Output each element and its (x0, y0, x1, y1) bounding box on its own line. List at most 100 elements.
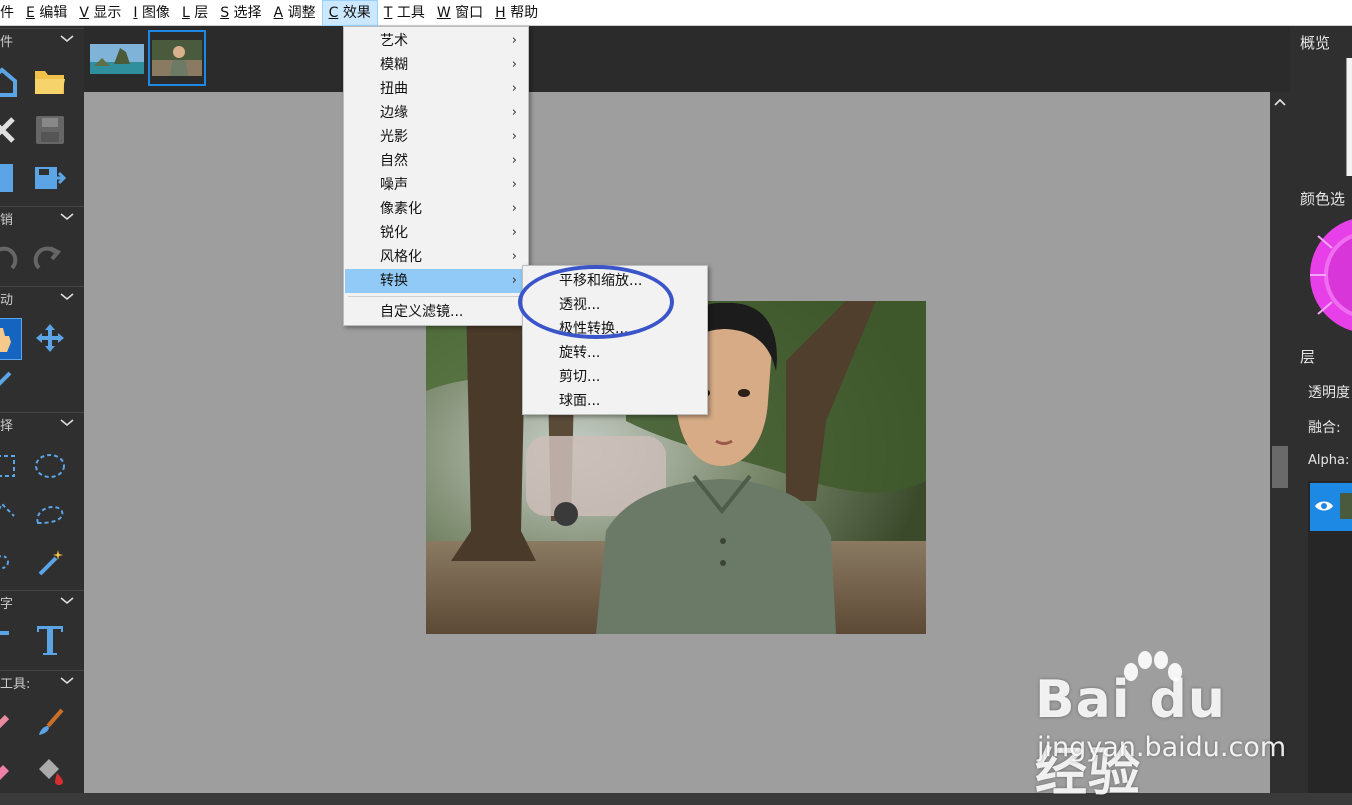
section-paint-header[interactable]: 工具: (0, 670, 84, 692)
print-button[interactable] (0, 158, 22, 198)
chevron-right-icon: › (511, 81, 517, 96)
menu-bar: 件 E 编辑 V 显示 I 图像 L 层 S 选择 A 调整 C 效果 T 工具… (0, 0, 1352, 26)
section-move-header[interactable]: 动 (0, 286, 84, 308)
ellipse-small-select-button[interactable] (0, 542, 22, 582)
text-t-icon (37, 626, 63, 655)
menu-item-edge[interactable]: 边缘 › (345, 101, 527, 125)
move-arrows-icon (36, 324, 64, 352)
home-icon (0, 67, 17, 97)
menu-window[interactable]: W 窗口 (431, 0, 489, 26)
menu-item-nature[interactable]: 自然 › (345, 149, 527, 173)
chevron-down-icon (60, 35, 74, 43)
undo-button[interactable] (0, 238, 22, 278)
menu-item-sphere[interactable]: 球面... (524, 389, 706, 413)
close-file-button[interactable] (0, 110, 22, 150)
new-file-button[interactable] (0, 62, 22, 102)
chevron-down-icon (60, 597, 74, 605)
menu-item-shear[interactable]: 剪切... (524, 365, 706, 389)
menu-item-pixelate[interactable]: 像素化 › (345, 197, 527, 221)
brush-tool-button[interactable] (30, 702, 70, 742)
layer-row[interactable] (1310, 483, 1352, 531)
pencil-icon (0, 714, 10, 729)
opacity-label: 透明度 (1308, 385, 1350, 401)
right-panel: 概览 颜色选 层 透明度 融合: Alpha: (1290, 26, 1352, 793)
chevron-right-icon: › (511, 273, 517, 288)
menu-item-transform[interactable]: 转换 › (345, 269, 527, 293)
chevron-right-icon: › (511, 57, 517, 72)
menu-item-custom-filter[interactable]: 自定义滤镜... (345, 300, 527, 324)
bucket-fill-button[interactable] (30, 750, 70, 790)
pencil-tool-button[interactable] (0, 702, 22, 742)
menu-separator (348, 296, 524, 297)
chevron-down-icon (60, 293, 74, 301)
eyedropper-tool-button[interactable] (0, 366, 22, 396)
line-tool-button[interactable] (0, 620, 22, 660)
redo-button[interactable] (30, 238, 70, 278)
dotted-circle-icon (0, 555, 9, 569)
chevron-right-icon: › (511, 105, 517, 120)
alpha-label: Alpha: (1308, 453, 1350, 468)
menu-layer[interactable]: L 层 (176, 0, 214, 26)
ellipse-select-icon (35, 454, 65, 478)
menu-item-noise[interactable]: 噪声 › (345, 173, 527, 197)
undo-icon (0, 246, 18, 270)
folder-icon (35, 71, 65, 94)
menu-help[interactable]: H 帮助 (489, 0, 544, 26)
section-text-header[interactable]: 字 (0, 590, 84, 612)
layers-title: 层 (1300, 348, 1316, 366)
save-as-button[interactable] (30, 158, 70, 198)
menu-adjust[interactable]: A 调整 (268, 0, 322, 26)
image-thumbnail-boy-selected[interactable] (148, 30, 206, 86)
eyedropper-icon (0, 371, 12, 386)
hand-tool-button[interactable] (0, 318, 22, 360)
paint-bucket-icon (39, 759, 63, 785)
lasso-icon (36, 505, 64, 525)
menu-image[interactable]: I 图像 (127, 0, 176, 26)
menu-item-light[interactable]: 光影 › (345, 125, 527, 149)
open-file-button[interactable] (30, 62, 70, 102)
paintbrush-icon (39, 708, 64, 735)
menu-item-artistic[interactable]: 艺术 › (345, 29, 527, 53)
chevron-right-icon: › (511, 177, 517, 192)
menu-tools[interactable]: T 工具 (378, 0, 431, 26)
menu-view[interactable]: V 显示 (73, 0, 127, 26)
eraser-tool-button[interactable] (0, 750, 22, 790)
scroll-up-icon[interactable] (1274, 98, 1286, 106)
menu-file[interactable]: 件 (0, 0, 20, 26)
line-icon (0, 631, 9, 635)
polygon-select-button[interactable] (0, 494, 22, 534)
magic-wand-button[interactable] (30, 542, 70, 582)
layers-list (1308, 481, 1352, 793)
chevron-down-icon (60, 419, 74, 427)
text-tool-button[interactable] (30, 620, 70, 660)
menu-effects[interactable]: C 效果 (321, 0, 378, 26)
save-disk-icon (36, 116, 64, 144)
rect-select-button[interactable] (0, 446, 22, 486)
landscape-thumbnail-icon (90, 44, 144, 74)
menu-edit[interactable]: E 编辑 (20, 0, 73, 26)
section-undo-header[interactable]: 销 (0, 206, 84, 228)
menu-select[interactable]: S 选择 (214, 0, 267, 26)
magic-wand-icon (38, 550, 63, 576)
scrollbar-thumb[interactable] (1272, 446, 1288, 488)
paw-icon (1124, 651, 1182, 681)
menu-item-sharpen[interactable]: 锐化 › (345, 221, 527, 245)
lasso-select-button[interactable] (30, 494, 70, 534)
menu-item-distort[interactable]: 扭曲 › (345, 77, 527, 101)
section-file-header[interactable]: 件 (0, 28, 84, 50)
eye-icon[interactable] (1314, 499, 1334, 513)
move-tool-button[interactable] (30, 318, 70, 358)
color-wheel[interactable] (1308, 216, 1352, 334)
ellipse-select-button[interactable] (30, 446, 70, 486)
menu-item-stylize[interactable]: 风格化 › (345, 245, 527, 269)
watermark-url: jingyan.baidu.com (1037, 732, 1287, 763)
chevron-down-icon (60, 677, 74, 685)
overview-preview[interactable] (1346, 58, 1352, 176)
image-thumbnail-landscape[interactable] (88, 30, 146, 86)
menu-item-rotate[interactable]: 旋转... (524, 341, 706, 365)
boy-photo-thumbnail-icon (152, 40, 202, 76)
save-button[interactable] (30, 110, 70, 150)
chevron-right-icon: › (511, 129, 517, 144)
menu-item-blur[interactable]: 模糊 › (345, 53, 527, 77)
section-select-header[interactable]: 择 (0, 412, 84, 434)
